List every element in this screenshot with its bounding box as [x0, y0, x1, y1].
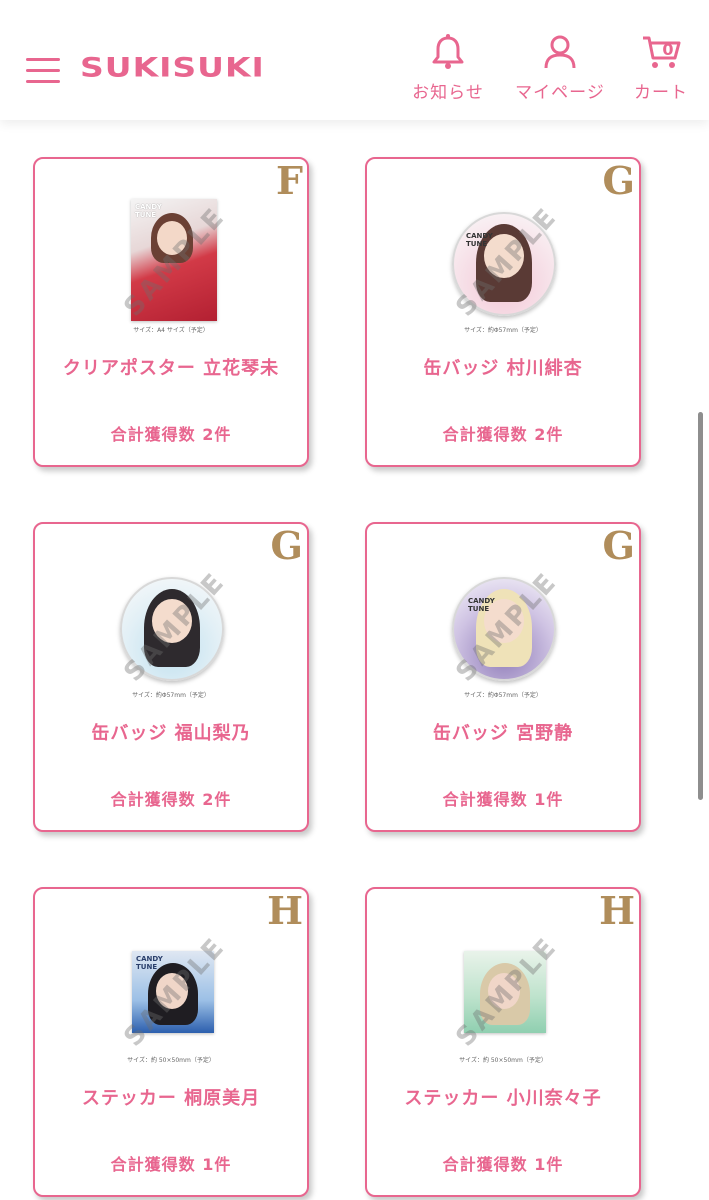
- prize-card-badge-fukuyama[interactable]: G サイズ：約Φ57mm（予定） SAMPLE 缶バッジ 福山梨乃 合計獲得数 …: [33, 522, 309, 832]
- acquired-count: 合計獲得数 1件: [110, 1155, 232, 1174]
- product-image-can-badge: [120, 577, 224, 681]
- acquired-count: 合計獲得数 1件: [442, 790, 564, 809]
- bell-icon: [432, 34, 464, 69]
- prize-card-sticker-kirihara[interactable]: H CANDY TUNE サイズ：約 50×50mm（予定） SAMPLE ステッ…: [33, 887, 309, 1197]
- acquired-count: 合計獲得数 1件: [442, 1155, 564, 1174]
- notifications-button[interactable]: お知らせ: [408, 34, 488, 103]
- prize-card-badge-murakawa[interactable]: G CANDY TUNE サイズ：約Φ57mm（予定） SAMPLE 缶バッジ 村…: [365, 157, 641, 467]
- hamburger-menu-icon[interactable]: [26, 56, 60, 84]
- page-scrollbar[interactable]: [698, 412, 703, 800]
- mypage-button[interactable]: マイページ: [508, 34, 612, 103]
- product-title: 缶バッジ 村川緋杏: [423, 358, 583, 379]
- prize-grade: G: [602, 158, 635, 203]
- notifications-label: お知らせ: [412, 83, 484, 103]
- product-size-note: サイズ：約 50×50mm（予定）: [127, 1057, 215, 1064]
- product-image-can-badge: CANDY TUNE: [452, 577, 556, 681]
- product-title: ステッカー 桐原美月: [81, 1088, 261, 1109]
- cart-button[interactable]: 0 カート: [628, 34, 694, 103]
- acquired-count: 合計獲得数 2件: [110, 790, 232, 809]
- prize-grade: G: [270, 523, 303, 568]
- product-image-can-badge: CANDY TUNE: [452, 212, 556, 316]
- product-title: 缶バッジ 福山梨乃: [91, 723, 251, 744]
- prize-grade: G: [602, 523, 635, 568]
- prize-card-badge-miyano[interactable]: G CANDY TUNE サイズ：約Φ57mm（予定） SAMPLE 缶バッジ 宮…: [365, 522, 641, 832]
- mypage-label: マイページ: [515, 83, 605, 103]
- product-size-note: サイズ：約 50×50mm（予定）: [459, 1057, 547, 1064]
- acquired-count: 合計獲得数 2件: [442, 425, 564, 444]
- site-logo[interactable]: SUKISUKI: [80, 51, 265, 83]
- prize-grade: H: [599, 888, 635, 933]
- product-size-note: サイズ：約Φ57mm（予定）: [464, 692, 542, 699]
- cart-count-badge: 0: [662, 40, 674, 59]
- product-title: 缶バッジ 宮野静: [432, 723, 574, 744]
- prize-card-poster-tachibana[interactable]: F CANDY TUNE サイズ：A4 サイズ（予定） SAMPLE クリアポスタ…: [33, 157, 309, 467]
- product-image-clear-poster: CANDY TUNE: [131, 199, 217, 321]
- product-title: クリアポスター 立花琴未: [62, 358, 280, 379]
- product-image-sticker: [464, 951, 546, 1033]
- user-icon: [544, 35, 576, 69]
- cart-label: カート: [634, 83, 688, 103]
- product-size-note: サイズ：A4 サイズ（予定）: [133, 327, 209, 334]
- prize-card-sticker-ogawa[interactable]: H サイズ：約 50×50mm（予定） SAMPLE ステッカー 小川奈々子 合…: [365, 887, 641, 1197]
- acquired-count: 合計獲得数 2件: [110, 425, 232, 444]
- prize-grade: H: [267, 888, 303, 933]
- product-size-note: サイズ：約Φ57mm（予定）: [132, 692, 210, 699]
- prize-grade: F: [276, 158, 303, 203]
- product-size-note: サイズ：約Φ57mm（予定）: [464, 327, 542, 334]
- product-title: ステッカー 小川奈々子: [404, 1088, 602, 1109]
- product-image-sticker: CANDY TUNE: [132, 951, 214, 1033]
- site-header: SUKISUKI お知らせ マイページ 0 カート: [0, 0, 709, 120]
